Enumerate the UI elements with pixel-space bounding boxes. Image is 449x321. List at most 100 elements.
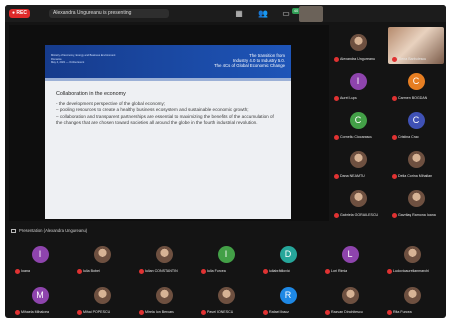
avatar-photo xyxy=(217,286,235,304)
participant-tile[interactable]: L Lori Rimia xyxy=(321,238,379,276)
avatar-photo xyxy=(349,34,367,51)
mic-muted-icon xyxy=(334,57,339,62)
participant-name: Cristina Crac xyxy=(392,135,419,140)
participant-tile[interactable]: I Aurel Lupu xyxy=(330,66,386,103)
participant-name: Mirela Ion Bercaru xyxy=(139,310,174,315)
people-icon[interactable]: 👥 xyxy=(258,9,268,19)
participant-name: Mihai POPESCU xyxy=(77,310,110,315)
avatar-photo xyxy=(155,245,173,263)
presentation-slide: Ministry of Economy, Energy and Business… xyxy=(45,45,291,219)
participant-tile[interactable]: I Ioana xyxy=(11,238,69,276)
participant-tile[interactable]: Diuliabrătilovici xyxy=(259,238,317,276)
participant-name: Alexandra Ungureanu xyxy=(334,57,375,62)
mic-muted-icon xyxy=(392,96,397,101)
avatar: I xyxy=(217,245,235,263)
mic-muted-icon xyxy=(77,310,82,315)
participant-tile[interactable]: Iulia Bobei xyxy=(73,238,131,276)
participant-tile[interactable]: Mihai POPESCU xyxy=(73,279,131,317)
participant-tile[interactable]: I Iulia Furcea xyxy=(197,238,255,276)
participant-tile[interactable]: Ludovicaurelianmarchi xyxy=(383,238,441,276)
top-bar: ● REC Alexandra Ungureanu is presenting … xyxy=(5,5,446,22)
mic-muted-icon xyxy=(325,310,330,315)
recording-indicator[interactable]: ● REC xyxy=(9,9,30,18)
mic-muted-icon xyxy=(392,174,397,179)
mic-muted-icon xyxy=(263,310,268,315)
participant-tile[interactable]: M Mihaela Mihalcea xyxy=(11,279,69,317)
participant-tile[interactable]: Dana NEAMTU xyxy=(330,144,386,181)
participant-name: Iulian CONSTANTIN xyxy=(139,269,178,274)
participant-name: Ludovicaurelianmarchi xyxy=(387,269,429,274)
participant-name: Mihaela Mihalcea xyxy=(15,310,49,315)
avatar: L xyxy=(341,245,359,263)
mic-muted-icon xyxy=(392,135,397,140)
slide-line: - the development perspective of the glo… xyxy=(56,100,166,106)
mic-muted-icon xyxy=(15,310,20,315)
participant-tile[interactable]: Pavel IONESCU xyxy=(197,279,255,317)
avatar-photo xyxy=(349,190,367,207)
avatar-photo xyxy=(403,286,421,304)
participant-name: iuliabrătilovici xyxy=(263,269,290,274)
mic-muted-icon xyxy=(263,269,268,274)
participant-tile[interactable]: Rita Furcea xyxy=(383,279,441,317)
participant-tile[interactable]: Alexandra Ungureanu xyxy=(330,27,386,64)
mic-muted-icon xyxy=(392,57,397,62)
mic-muted-icon xyxy=(325,269,330,274)
participant-name: Dana NEAMTU xyxy=(334,174,365,179)
participant-name: Gabriela GORAILESCU xyxy=(334,213,378,218)
avatar: D xyxy=(279,245,297,263)
avatar: C xyxy=(407,112,425,129)
participant-name: Aurel Lupu xyxy=(334,96,357,101)
participant-tile[interactable]: Gabriela GORAILESCU xyxy=(330,183,386,220)
chat-icon[interactable]: ▭ xyxy=(281,9,291,19)
participant-name: Iulia Furcea xyxy=(201,269,226,274)
slide-body: Collaboration in the economy - the devel… xyxy=(56,91,280,127)
participant-tile[interactable]: R Rafael Ibacz xyxy=(259,279,317,317)
participant-tile[interactable]: Delia Corina Mihailan xyxy=(388,144,444,181)
participant-tile[interactable]: Mirela Ion Bercaru xyxy=(135,279,193,317)
participant-tile[interactable]: C Carmen BOGDAN xyxy=(388,66,444,103)
mic-muted-icon xyxy=(334,96,339,101)
shared-screen: Ministry of Economy, Energy and Business… xyxy=(9,25,329,221)
mic-muted-icon xyxy=(139,310,144,315)
avatar-photo xyxy=(93,245,111,263)
presenter-banner: Alexandra Ungureanu is presenting xyxy=(49,9,169,18)
avatar-photo xyxy=(341,286,359,304)
avatar: R xyxy=(279,286,297,304)
participant-tile[interactable]: Elena Barbulescu xyxy=(388,27,444,64)
participant-name: Lori Rimia xyxy=(325,269,347,274)
mic-muted-icon xyxy=(334,174,339,179)
mic-muted-icon xyxy=(201,310,206,315)
participant-name: Ioana xyxy=(15,269,30,274)
avatar: I xyxy=(31,245,49,263)
grid-layout-icon[interactable]: ▦ xyxy=(234,9,244,19)
participant-tile[interactable]: Iulian CONSTANTIN xyxy=(135,238,193,276)
mic-muted-icon xyxy=(387,269,392,274)
participant-tile[interactable]: Gavrilaş Ramona Ioana xyxy=(388,183,444,220)
slide-line: – pooling resources to create a healthy … xyxy=(56,107,249,113)
slide-header: Ministry of Economy, Energy and Business… xyxy=(45,45,291,78)
participant-name: Delia Corina Mihailan xyxy=(392,174,432,179)
avatar-photo xyxy=(155,286,173,304)
participant-name: Razvan Dinchitescu xyxy=(325,310,363,315)
participant-name: Rita Furcea xyxy=(387,310,412,315)
participant-name: Gavrilaş Ramona Ioana xyxy=(392,213,436,218)
avatar: C xyxy=(407,73,425,90)
avatar-photo xyxy=(407,190,425,207)
mic-muted-icon xyxy=(139,269,144,274)
mic-muted-icon xyxy=(334,213,339,218)
participant-tile[interactable]: C Corneliu Ciocarascu xyxy=(330,105,386,142)
mic-muted-icon xyxy=(387,310,392,315)
slide-heading: Collaboration in the economy xyxy=(56,91,126,97)
avatar: M xyxy=(31,286,49,304)
avatar-photo xyxy=(407,151,425,168)
avatar-photo xyxy=(93,286,111,304)
participant-tile[interactable]: C Cristina Crac xyxy=(388,105,444,142)
screen-share-icon xyxy=(11,228,16,233)
slide-divider xyxy=(45,78,291,81)
avatar-photo xyxy=(403,245,421,263)
participant-tile[interactable]: Razvan Dinchitescu xyxy=(321,279,379,317)
slide-header-subtitle: Ministry of Economy, Energy and Business… xyxy=(51,54,116,64)
self-view-thumbnail[interactable] xyxy=(299,6,323,22)
mic-muted-icon xyxy=(77,269,82,274)
participant-name: Corneliu Ciocarascu xyxy=(334,135,372,140)
